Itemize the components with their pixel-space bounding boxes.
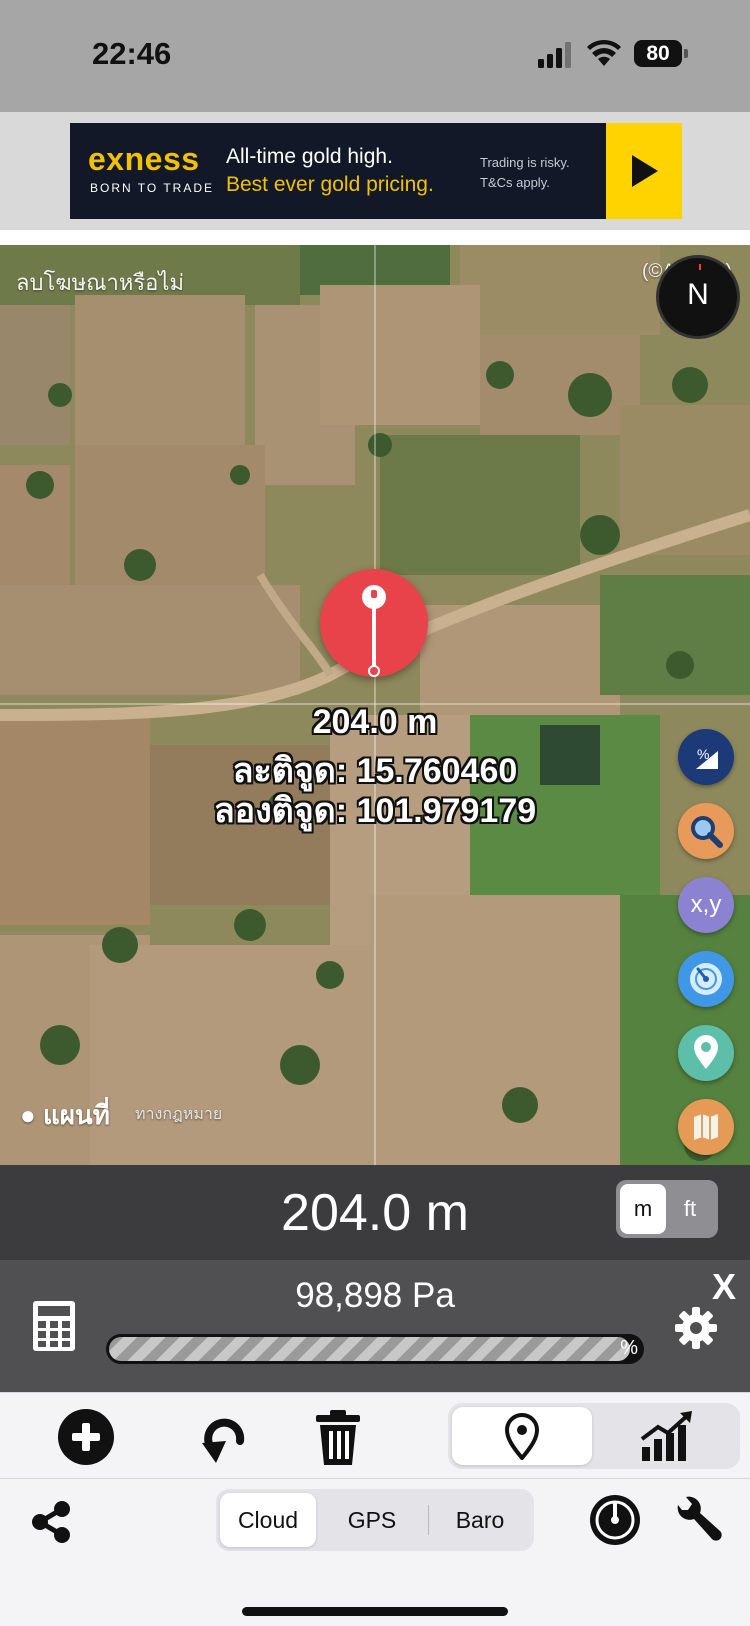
compass-north-tick	[699, 264, 701, 270]
gauge-icon[interactable]	[588, 1493, 642, 1547]
close-button[interactable]: X	[712, 1266, 736, 1308]
action-toolbar	[0, 1392, 750, 1478]
percent-slope-icon: %	[696, 746, 718, 769]
ad-risk-warning: Trading is risky.	[480, 155, 570, 170]
pin-altitude: 204.0 m	[312, 703, 438, 741]
progress-label: %	[620, 1337, 638, 1359]
slope-percent-button[interactable]: %	[678, 729, 734, 785]
maps-logo-text: แผนที่	[42, 1100, 110, 1130]
satellite-map[interactable]: ลบโฆษณาหรือไม่ (©ASTER) N 204.0 m ละติจู…	[0, 245, 750, 1165]
wrench-icon[interactable]	[670, 1491, 726, 1547]
source-cloud[interactable]: Cloud	[220, 1493, 316, 1547]
status-time: 22:46	[92, 36, 172, 71]
gear-icon[interactable]	[672, 1304, 720, 1352]
battery-indicator: 80	[634, 40, 682, 67]
ad-terms: T&Cs apply.	[480, 175, 550, 190]
svg-text:%: %	[697, 746, 709, 762]
map-pin-icon	[504, 1413, 540, 1460]
location-pin-icon	[694, 1035, 718, 1069]
play-icon	[632, 155, 658, 187]
compass-label: N	[687, 278, 709, 311]
mode-segmented-control[interactable]	[448, 1403, 740, 1469]
remove-ads-link[interactable]: ลบโฆษณาหรือไม่	[16, 265, 184, 300]
pin-head	[362, 585, 386, 609]
progress-fill	[109, 1337, 630, 1361]
unit-meters-option[interactable]: m	[620, 1184, 666, 1234]
source-baro[interactable]: Baro	[430, 1493, 530, 1547]
source-gps[interactable]: GPS	[320, 1493, 424, 1547]
xy-coordinates-button[interactable]: x,y	[678, 877, 734, 933]
my-location-button[interactable]	[678, 1025, 734, 1081]
segment-divider	[428, 1505, 429, 1535]
apple-maps-logo: ● แผนที่	[20, 1095, 110, 1136]
trash-icon[interactable]	[308, 1407, 368, 1467]
calculator-icon[interactable]	[32, 1300, 76, 1352]
ad-banner[interactable]: exness BORN TO TRADE All-time gold high.…	[70, 123, 682, 219]
add-icon[interactable]	[56, 1407, 116, 1467]
ad-headline: All-time gold high.	[226, 145, 393, 168]
pressure-panel: 98,898 Pa % X	[0, 1260, 750, 1392]
unit-toggle[interactable]: m ft	[616, 1180, 718, 1238]
ad-subheadline: Best ever gold pricing.	[226, 173, 434, 196]
wifi-icon	[587, 39, 621, 66]
status-bar: 22:46 80	[0, 0, 750, 112]
ad-play-button[interactable]	[606, 123, 682, 219]
map-type-button[interactable]	[678, 1099, 734, 1155]
calibration-progress-bar: %	[106, 1334, 644, 1364]
compass-button[interactable]: N	[656, 255, 740, 339]
search-icon	[691, 816, 723, 848]
ad-tagline: BORN TO TRADE	[90, 181, 215, 195]
unit-feet-option[interactable]: ft	[666, 1184, 714, 1234]
altitude-bar: 204.0 m m ft	[0, 1165, 750, 1260]
legal-link[interactable]: ทางกฎหมาย	[135, 1102, 222, 1127]
chart-icon[interactable]	[638, 1409, 694, 1463]
pressure-value: 98,898 Pa	[295, 1276, 455, 1315]
radar-icon	[690, 963, 722, 995]
pin-longitude: ลองติจูด: 101.979179	[213, 792, 537, 830]
source-segmented-control[interactable]: Cloud GPS Baro	[216, 1489, 534, 1551]
bottom-toolbar: Cloud GPS Baro	[0, 1478, 750, 1626]
map-icon	[694, 1114, 718, 1140]
search-button[interactable]	[678, 803, 734, 859]
radar-button[interactable]	[678, 951, 734, 1007]
undo-icon[interactable]	[196, 1407, 256, 1467]
apple-icon: ●	[20, 1100, 43, 1130]
battery-tip	[684, 49, 688, 58]
cellular-signal-icon	[538, 42, 574, 68]
ad-brand: exness	[88, 141, 200, 177]
home-indicator	[242, 1607, 508, 1616]
share-icon[interactable]	[28, 1499, 74, 1545]
pin-point	[368, 665, 380, 677]
map-pin-mode-option[interactable]	[452, 1407, 592, 1465]
